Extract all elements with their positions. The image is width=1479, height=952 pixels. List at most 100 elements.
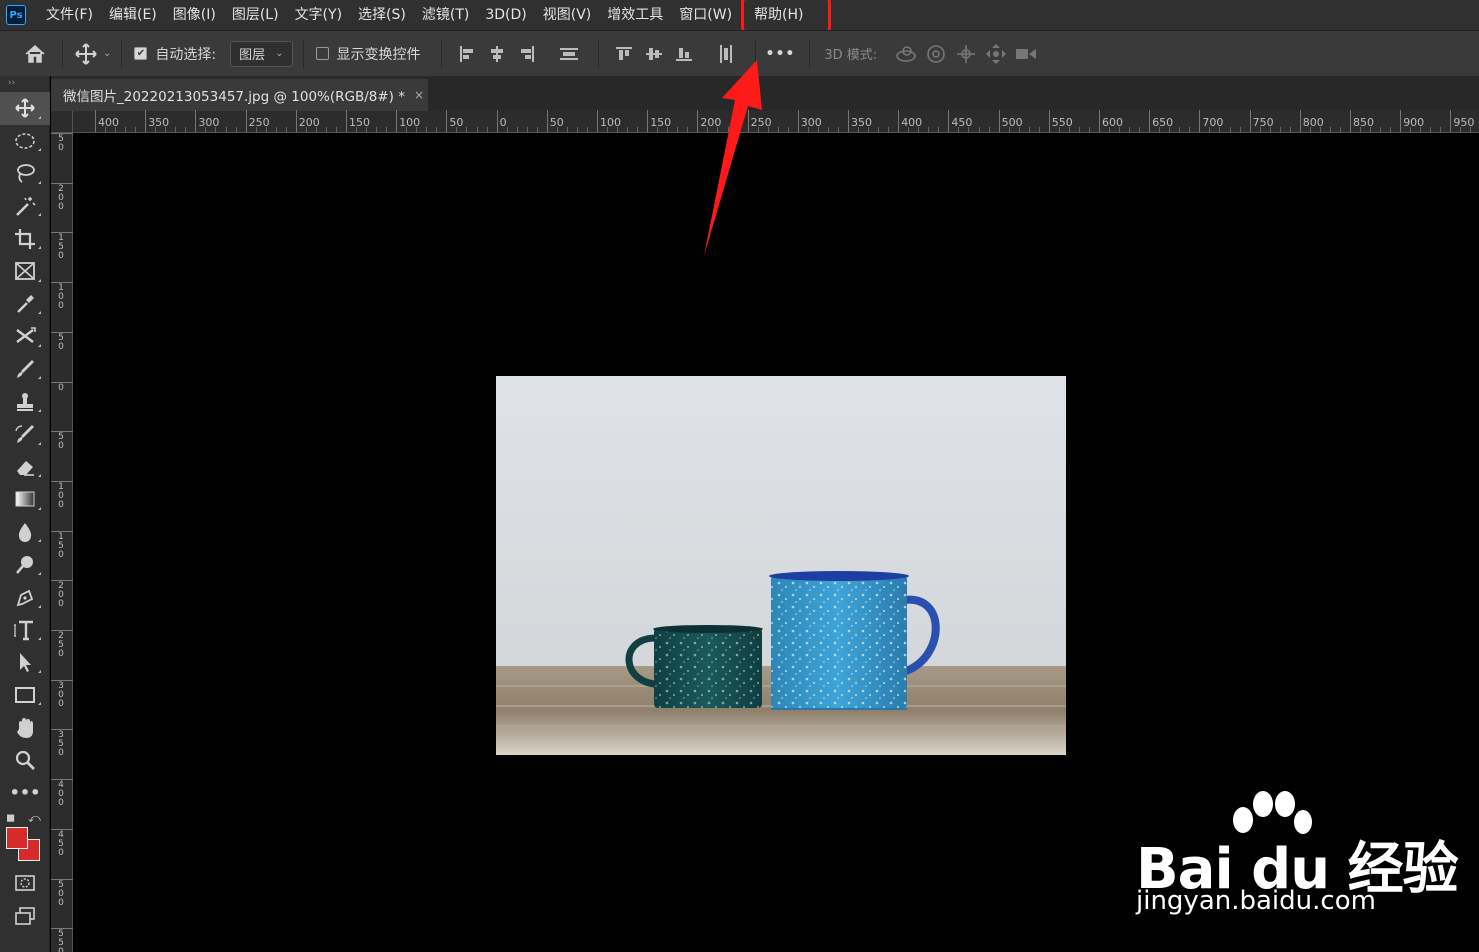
distribute-vertical-icon[interactable]: [554, 39, 584, 69]
ruler-origin[interactable]: [51, 111, 73, 133]
magic-wand-tool[interactable]: [0, 190, 50, 223]
eyedropper-tool[interactable]: [0, 288, 50, 321]
menu-view[interactable]: 视图(V): [535, 0, 600, 30]
document-tab-bar: 微信图片_20220213053457.jpg @ 100%(RGB/8#) *…: [51, 76, 1479, 111]
more-options-button[interactable]: •••: [766, 46, 796, 62]
3d-camera-icon[interactable]: [1011, 39, 1041, 69]
zoom-tool[interactable]: [0, 744, 50, 777]
crop-tool[interactable]: [0, 222, 50, 255]
close-icon[interactable]: ×: [414, 88, 424, 102]
ruler-tick: 350: [848, 110, 872, 132]
ruler-minor-tick: [1189, 127, 1191, 132]
ruler-minor-tick: [386, 127, 388, 132]
menu-image[interactable]: 图像(I): [165, 0, 224, 30]
menu-type[interactable]: 文字(Y): [287, 0, 350, 30]
swap-colors-icon[interactable]: ⤺: [28, 811, 41, 826]
default-colors-icon[interactable]: ◼: [6, 811, 15, 824]
brush-tool[interactable]: [0, 353, 50, 386]
align-hcenter-icon[interactable]: [482, 39, 512, 69]
move-tool-icon[interactable]: [71, 39, 101, 69]
home-icon[interactable]: [20, 39, 50, 69]
photoshop-logo-icon[interactable]: Ps: [6, 5, 26, 25]
menu-window[interactable]: 窗口(W): [671, 0, 740, 30]
ruler-minor-tick: [275, 127, 277, 132]
dodge-tool[interactable]: [0, 548, 50, 581]
edit-toolbar-icon[interactable]: •••: [0, 776, 50, 809]
ruler-tick-label: 5 0: [58, 134, 64, 153]
rectangle-tool[interactable]: [0, 679, 50, 712]
ruler-tick: 150: [647, 110, 671, 132]
menu-file[interactable]: 文件(F): [38, 0, 101, 30]
distribute-horizontal-icon[interactable]: [711, 39, 741, 69]
ruler-minor-tick: [456, 127, 458, 132]
show-transform-checkbox[interactable]: [315, 47, 329, 60]
menu-3d[interactable]: 3D(D): [477, 0, 534, 30]
ruler-minor-tick: [1440, 127, 1442, 132]
history-brush-tool[interactable]: [0, 418, 50, 451]
align-left-icon[interactable]: [452, 39, 482, 69]
ruler-minor-tick: [175, 127, 177, 132]
ruler-minor-tick: [476, 127, 478, 132]
3d-pan-icon[interactable]: [951, 39, 981, 69]
quick-mask-icon[interactable]: [0, 867, 50, 900]
vertical-ruler[interactable]: 5 0 2 0 0 1 5 0 1 0 0 5 0 0 5 0 1 0 0 1 5 0 2 0 0…: [51, 133, 73, 952]
hand-tool[interactable]: [0, 711, 50, 744]
healing-brush-tool[interactable]: [0, 320, 50, 353]
ruler-tick: 950: [1450, 110, 1474, 132]
menu-plugins[interactable]: 增效工具: [599, 0, 671, 30]
ruler-minor-tick: [787, 127, 789, 132]
3d-slide-icon[interactable]: [981, 39, 1011, 69]
baidu-jingyan-watermark: Bai du 经验 jingyan.baidu.com: [1130, 790, 1459, 930]
menu-help[interactable]: 帮助(H): [741, 0, 831, 33]
ruler-minor-tick: [1460, 127, 1462, 132]
menu-select[interactable]: 选择(S): [350, 0, 414, 30]
ruler-minor-tick: [908, 127, 910, 132]
auto-select-checkbox[interactable]: ✔: [134, 47, 148, 60]
ruler-tick-label: 2 0 0: [58, 581, 64, 610]
ruler-tick: 0: [51, 381, 73, 392]
ruler-minor-tick: [928, 127, 930, 132]
ruler-minor-tick: [426, 127, 428, 132]
3d-orbit-icon[interactable]: [891, 39, 921, 69]
menu-filter[interactable]: 滤镜(T): [414, 0, 477, 30]
align-right-icon[interactable]: [512, 39, 542, 69]
ruler-minor-tick: [1289, 127, 1291, 132]
horizontal-ruler[interactable]: 400 350 300 250 200 150 100 50 0 50 100 150 200 250 30…: [73, 110, 1479, 133]
ruler-minor-tick: [436, 127, 438, 132]
panel-collapse-icon[interactable]: ››: [0, 76, 49, 92]
ruler-tick-label: 5 0 0: [58, 879, 64, 908]
ruler-minor-tick: [777, 127, 779, 132]
document-tab[interactable]: 微信图片_20220213053457.jpg @ 100%(RGB/8#) *…: [51, 79, 428, 111]
move-tool[interactable]: [0, 92, 50, 125]
lasso-tool[interactable]: [0, 157, 50, 190]
auto-select-dropdown[interactable]: 图层 ⌄: [230, 40, 293, 67]
ruler-minor-tick: [837, 127, 839, 132]
blur-tool[interactable]: [0, 516, 50, 549]
ruler-tick: 550: [1048, 110, 1073, 132]
ruler-tick: 5 0: [51, 331, 73, 351]
ruler-tick: 100: [597, 110, 621, 132]
clone-stamp-tool[interactable]: [0, 385, 50, 418]
3d-roll-icon[interactable]: [921, 39, 951, 69]
ruler-tick: 350: [145, 110, 169, 132]
marquee-tool[interactable]: [0, 125, 50, 158]
foreground-color-swatch[interactable]: [6, 827, 28, 850]
gradient-tool[interactable]: [0, 483, 50, 516]
frame-tool[interactable]: [0, 255, 50, 288]
chevron-down-icon[interactable]: ⌄: [103, 48, 111, 59]
path-selection-tool[interactable]: [0, 646, 50, 679]
align-top-icon[interactable]: [609, 39, 639, 69]
ruler-minor-tick: [757, 127, 759, 132]
screen-mode-icon[interactable]: [0, 900, 50, 933]
menu-edit[interactable]: 编辑(E): [101, 0, 165, 30]
align-vcenter-icon[interactable]: [639, 39, 669, 69]
pen-tool[interactable]: [0, 581, 50, 614]
menu-layer[interactable]: 图层(L): [224, 0, 287, 30]
eraser-tool[interactable]: [0, 451, 50, 484]
type-tool[interactable]: [0, 614, 50, 647]
ruler-minor-tick: [285, 127, 287, 132]
align-bottom-icon[interactable]: [669, 39, 699, 69]
ruler-minor-tick: [918, 127, 920, 132]
ruler-minor-tick: [1038, 127, 1040, 132]
ruler-minor-tick: [878, 127, 880, 132]
